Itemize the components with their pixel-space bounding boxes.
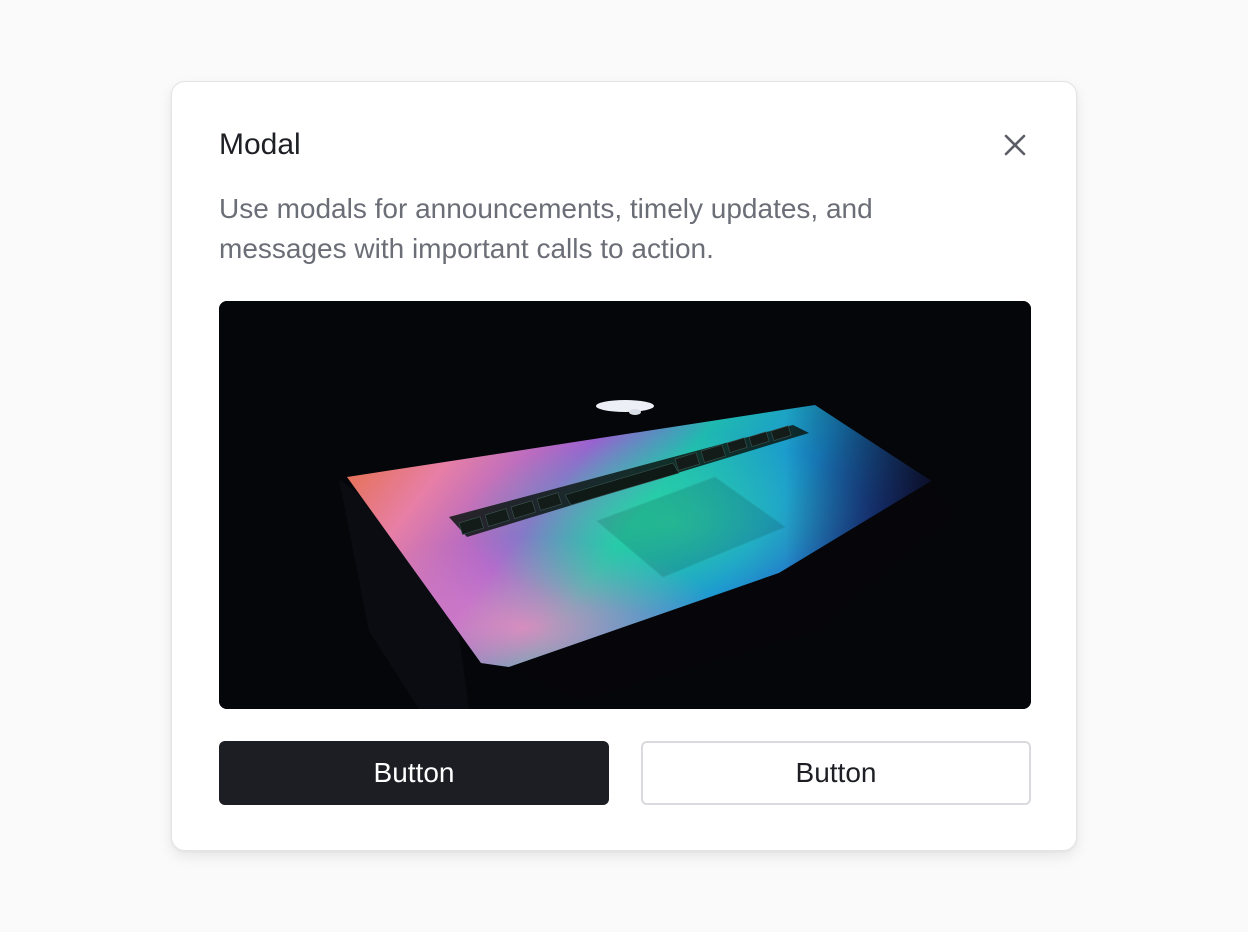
close-icon — [1004, 134, 1026, 156]
close-button[interactable] — [998, 128, 1032, 162]
modal-dialog: Modal Use modals for announcements, time… — [171, 81, 1077, 851]
secondary-button[interactable]: Button — [641, 741, 1031, 805]
modal-title: Modal — [219, 128, 301, 161]
primary-button[interactable]: Button — [219, 741, 609, 805]
modal-description: Use modals for announcements, timely upd… — [219, 193, 873, 264]
modal-image — [219, 301, 1031, 709]
laptop-image — [219, 301, 1031, 709]
